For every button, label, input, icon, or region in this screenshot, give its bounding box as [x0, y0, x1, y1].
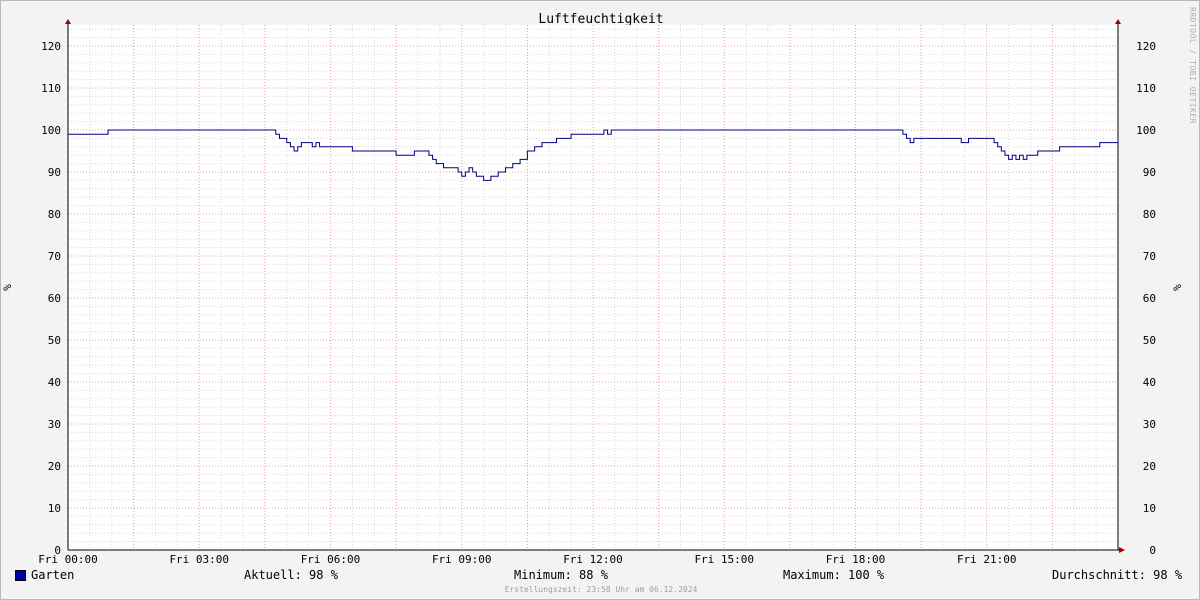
x-tick-label: Fri 06:00 — [301, 553, 361, 566]
legend-min-value: 88 % — [579, 568, 608, 582]
legend-current-value: 98 % — [309, 568, 338, 582]
y-tick-label-left: 30 — [48, 418, 61, 431]
x-tick-label: Fri 18:00 — [826, 553, 886, 566]
legend-max-value: 100 % — [848, 568, 885, 582]
y-axis-label-right: % — [1171, 284, 1184, 291]
legend-avg-label: Durchschnitt: — [1052, 568, 1146, 582]
y-tick-label-left: 50 — [48, 334, 61, 347]
y-tick-label-right: 70 — [1143, 250, 1156, 263]
y-tick-label-left: 60 — [48, 292, 61, 305]
x-tick-label: Fri 21:00 — [957, 553, 1017, 566]
legend-maximum: Maximum: 100 % — [783, 568, 884, 582]
y-tick-label-right: 90 — [1143, 166, 1156, 179]
x-tick-label: Fri 12:00 — [563, 553, 623, 566]
y-axis-left-arrow-icon — [65, 19, 71, 24]
y-tick-label-left: 120 — [41, 40, 61, 53]
y-tick-label-right: 30 — [1143, 418, 1156, 431]
legend-current: Aktuell: 98 % — [244, 568, 338, 582]
y-tick-label-right: 100 — [1136, 124, 1156, 137]
x-tick-label: Fri 09:00 — [432, 553, 492, 566]
x-tick-label: Fri 15:00 — [694, 553, 754, 566]
legend-swatch — [15, 570, 26, 581]
legend-avg-value: 98 % — [1153, 568, 1183, 582]
y-tick-label-right: 0 — [1149, 544, 1156, 557]
humidity-chart: 0 010 1020 2030 3040 4050 5060 6070 7080 8090 9010… — [1, 19, 1184, 566]
y-tick-label-right: 60 — [1143, 292, 1156, 305]
y-tick-label-left: 80 — [48, 208, 61, 221]
y-tick-label-right: 20 — [1143, 460, 1156, 473]
legend-current-label: Aktuell: — [244, 568, 302, 582]
y-tick-label-left: 10 — [48, 502, 61, 515]
creation-time-footer: Erstellungszeit: 23:58 Uhr am 06.12.2024 — [504, 585, 698, 594]
legend-min-label: Minimum: — [514, 568, 572, 582]
y-tick-label-left: 70 — [48, 250, 61, 263]
y-axis-right-arrow-icon — [1115, 19, 1121, 24]
y-tick-label-left: 110 — [41, 82, 61, 95]
y-tick-label-right: 50 — [1143, 334, 1156, 347]
legend-minimum: Minimum: 88 % — [514, 568, 608, 582]
y-tick-label-right: 110 — [1136, 82, 1156, 95]
y-axis-label-left: % — [1, 284, 14, 291]
y-tick-label-right: 120 — [1136, 40, 1156, 53]
x-tick-label: Fri 00:00 — [38, 553, 98, 566]
legend-series-name: Garten — [31, 568, 75, 582]
x-axis-arrow-icon — [1119, 547, 1125, 553]
legend-average: Durchschnitt: 98 % — [1052, 568, 1182, 582]
y-tick-label-left: 20 — [48, 460, 61, 473]
y-tick-label-right: 40 — [1143, 376, 1156, 389]
x-tick-label: Fri 03:00 — [169, 553, 229, 566]
chart-window: Luftfeuchtigkeit RRDTOOL / TOBI OETIKER … — [0, 0, 1200, 600]
legend-max-label: Maximum: — [783, 568, 841, 582]
y-tick-label-left: 40 — [48, 376, 61, 389]
y-tick-label-right: 80 — [1143, 208, 1156, 221]
y-tick-label-right: 10 — [1143, 502, 1156, 515]
y-tick-label-left: 100 — [41, 124, 61, 137]
y-tick-label-left: 90 — [48, 166, 61, 179]
